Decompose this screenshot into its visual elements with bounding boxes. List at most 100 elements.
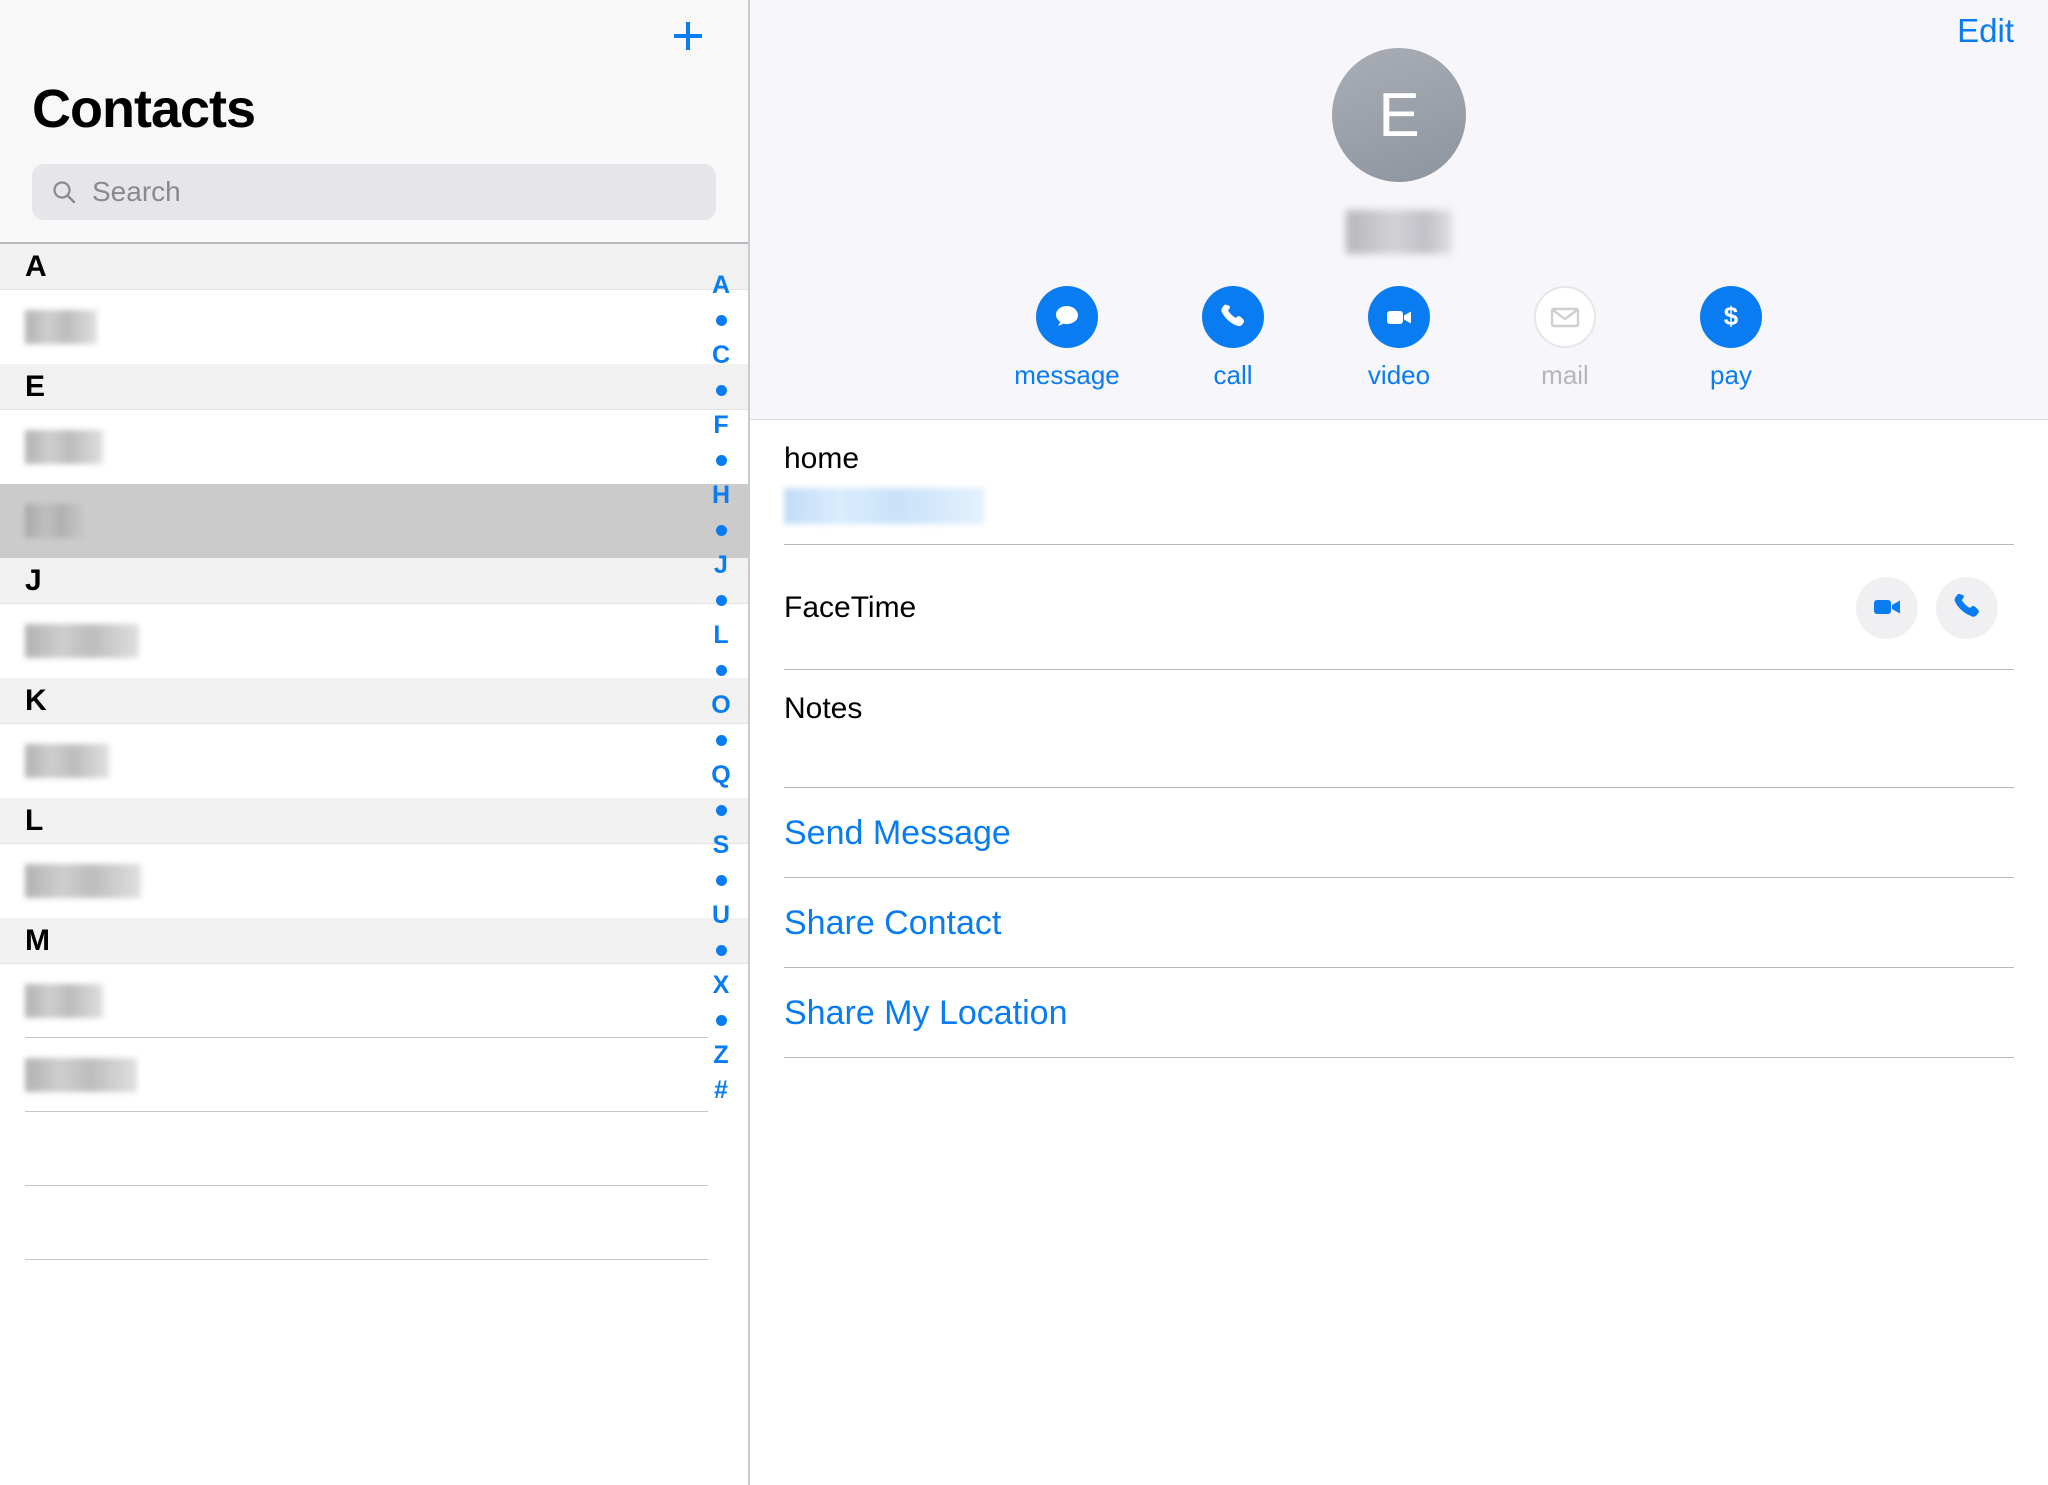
facetime-video-button[interactable] xyxy=(1856,577,1918,639)
contact-list-item[interactable] xyxy=(0,604,748,678)
facetime-row: FaceTime xyxy=(784,545,2014,670)
action-label: mail xyxy=(1541,360,1589,391)
index-letter-c[interactable]: C xyxy=(700,338,742,373)
index-dot[interactable] xyxy=(700,373,742,408)
action-call[interactable]: call xyxy=(1183,286,1283,391)
contact-list-item[interactable] xyxy=(0,410,748,484)
sidebar-header: Contacts Search xyxy=(0,0,748,244)
contact-list-item[interactable] xyxy=(0,290,748,364)
notes-label: Notes xyxy=(784,692,2014,726)
contact-name-label xyxy=(25,310,97,344)
phone-field-block[interactable]: home xyxy=(784,420,2014,545)
contact-list-item[interactable] xyxy=(0,724,748,798)
page-title: Contacts xyxy=(32,82,716,136)
notes-block[interactable]: Notes xyxy=(784,670,2014,788)
contact-list-item[interactable] xyxy=(0,1038,748,1112)
send-message-link[interactable]: Send Message xyxy=(784,788,2014,878)
index-dot[interactable] xyxy=(700,653,742,688)
action-label: call xyxy=(1213,360,1252,391)
index-dot[interactable] xyxy=(700,513,742,548)
index-letter-x[interactable]: X xyxy=(700,968,742,1003)
video-camera-icon xyxy=(1870,590,1904,627)
index-letter-f[interactable]: F xyxy=(700,408,742,443)
contact-list-item[interactable] xyxy=(0,844,748,918)
contacts-app: Contacts Search AEJKLM ACFHJLOQSUXZ# Edi… xyxy=(0,0,2048,1485)
phone-icon xyxy=(1950,590,1984,627)
contact-name xyxy=(1346,210,1452,254)
action-pay[interactable]: $ pay xyxy=(1681,286,1781,391)
search-icon xyxy=(50,178,78,206)
index-letter-q[interactable]: Q xyxy=(700,758,742,793)
section-header-a: A xyxy=(0,244,748,290)
phone-field-value[interactable] xyxy=(784,488,984,524)
index-dot[interactable] xyxy=(700,583,742,618)
phone-field-label: home xyxy=(784,442,2014,476)
action-message[interactable]: message xyxy=(1017,286,1117,391)
alphabet-index[interactable]: ACFHJLOQSUXZ# xyxy=(700,268,742,1108)
action-label: video xyxy=(1368,360,1430,391)
contact-list-item[interactable] xyxy=(0,484,748,558)
contact-name-label xyxy=(25,504,89,538)
contact-list[interactable]: AEJKLM xyxy=(0,244,748,1485)
index-letter-l[interactable]: L xyxy=(700,618,742,653)
index-letter-z[interactable]: Z xyxy=(700,1038,742,1073)
contact-name-label xyxy=(25,984,103,1018)
facetime-label: FaceTime xyxy=(784,591,916,625)
section-header-m: M xyxy=(0,918,748,964)
index-dot[interactable] xyxy=(700,863,742,898)
section-header-j: J xyxy=(0,558,748,604)
dollar-sign-icon: $ xyxy=(1700,286,1762,348)
envelope-icon xyxy=(1534,286,1596,348)
svg-text:$: $ xyxy=(1724,301,1739,331)
add-contact-button[interactable] xyxy=(660,8,716,64)
index-dot[interactable] xyxy=(700,723,742,758)
action-video[interactable]: video xyxy=(1349,286,1449,391)
facetime-audio-button[interactable] xyxy=(1936,577,1998,639)
quick-action-row: message call video mail $ pay xyxy=(750,286,2048,391)
index-letter-o[interactable]: O xyxy=(700,688,742,723)
section-header-l: L xyxy=(0,798,748,844)
index-letter-s[interactable]: S xyxy=(700,828,742,863)
search-placeholder: Search xyxy=(92,176,181,208)
index-dot[interactable] xyxy=(700,933,742,968)
index-letter-u[interactable]: U xyxy=(700,898,742,933)
share-my-location-link[interactable]: Share My Location xyxy=(784,968,2014,1058)
index-letter-a[interactable]: A xyxy=(700,268,742,303)
message-bubble-icon xyxy=(1036,286,1098,348)
action-mail: mail xyxy=(1515,286,1615,391)
index-dot[interactable] xyxy=(700,443,742,478)
edit-button[interactable]: Edit xyxy=(1957,12,2014,50)
index-dot[interactable] xyxy=(700,303,742,338)
section-header-k: K xyxy=(0,678,748,724)
section-header-e: E xyxy=(0,364,748,410)
action-label: message xyxy=(1014,360,1120,391)
action-label: pay xyxy=(1710,360,1752,391)
video-camera-icon xyxy=(1368,286,1430,348)
contact-name-label xyxy=(25,1058,137,1092)
contact-list-item[interactable] xyxy=(0,964,748,1038)
contact-detail-pane: Edit E message call video mail $ pay home Fac… xyxy=(750,0,2048,1485)
index-letter-j[interactable]: J xyxy=(700,548,742,583)
index-letter-h[interactable]: H xyxy=(700,478,742,513)
search-input[interactable]: Search xyxy=(32,164,716,220)
contact-name-label xyxy=(25,744,109,778)
index-dot[interactable] xyxy=(700,793,742,828)
contact-name-label xyxy=(25,430,103,464)
contacts-sidebar: Contacts Search AEJKLM ACFHJLOQSUXZ# xyxy=(0,0,750,1485)
detail-header: Edit E message call video mail $ pay xyxy=(750,0,2048,420)
avatar-block: E xyxy=(750,62,2048,254)
index-letter-#[interactable]: # xyxy=(700,1073,742,1108)
sidebar-toolbar xyxy=(32,0,716,72)
detail-action-links: Send MessageShare ContactShare My Locati… xyxy=(784,788,2014,1058)
avatar: E xyxy=(1332,48,1466,182)
index-dot[interactable] xyxy=(700,1003,742,1038)
contact-list-empty-row xyxy=(0,1186,748,1260)
contact-list-empty-row xyxy=(0,1112,748,1186)
plus-icon xyxy=(668,16,708,56)
phone-icon xyxy=(1202,286,1264,348)
detail-body: home FaceTime xyxy=(750,420,2048,1485)
contact-name-label xyxy=(25,864,141,898)
contact-name-label xyxy=(25,624,139,658)
facetime-buttons xyxy=(1856,577,2014,639)
share-contact-link[interactable]: Share Contact xyxy=(784,878,2014,968)
